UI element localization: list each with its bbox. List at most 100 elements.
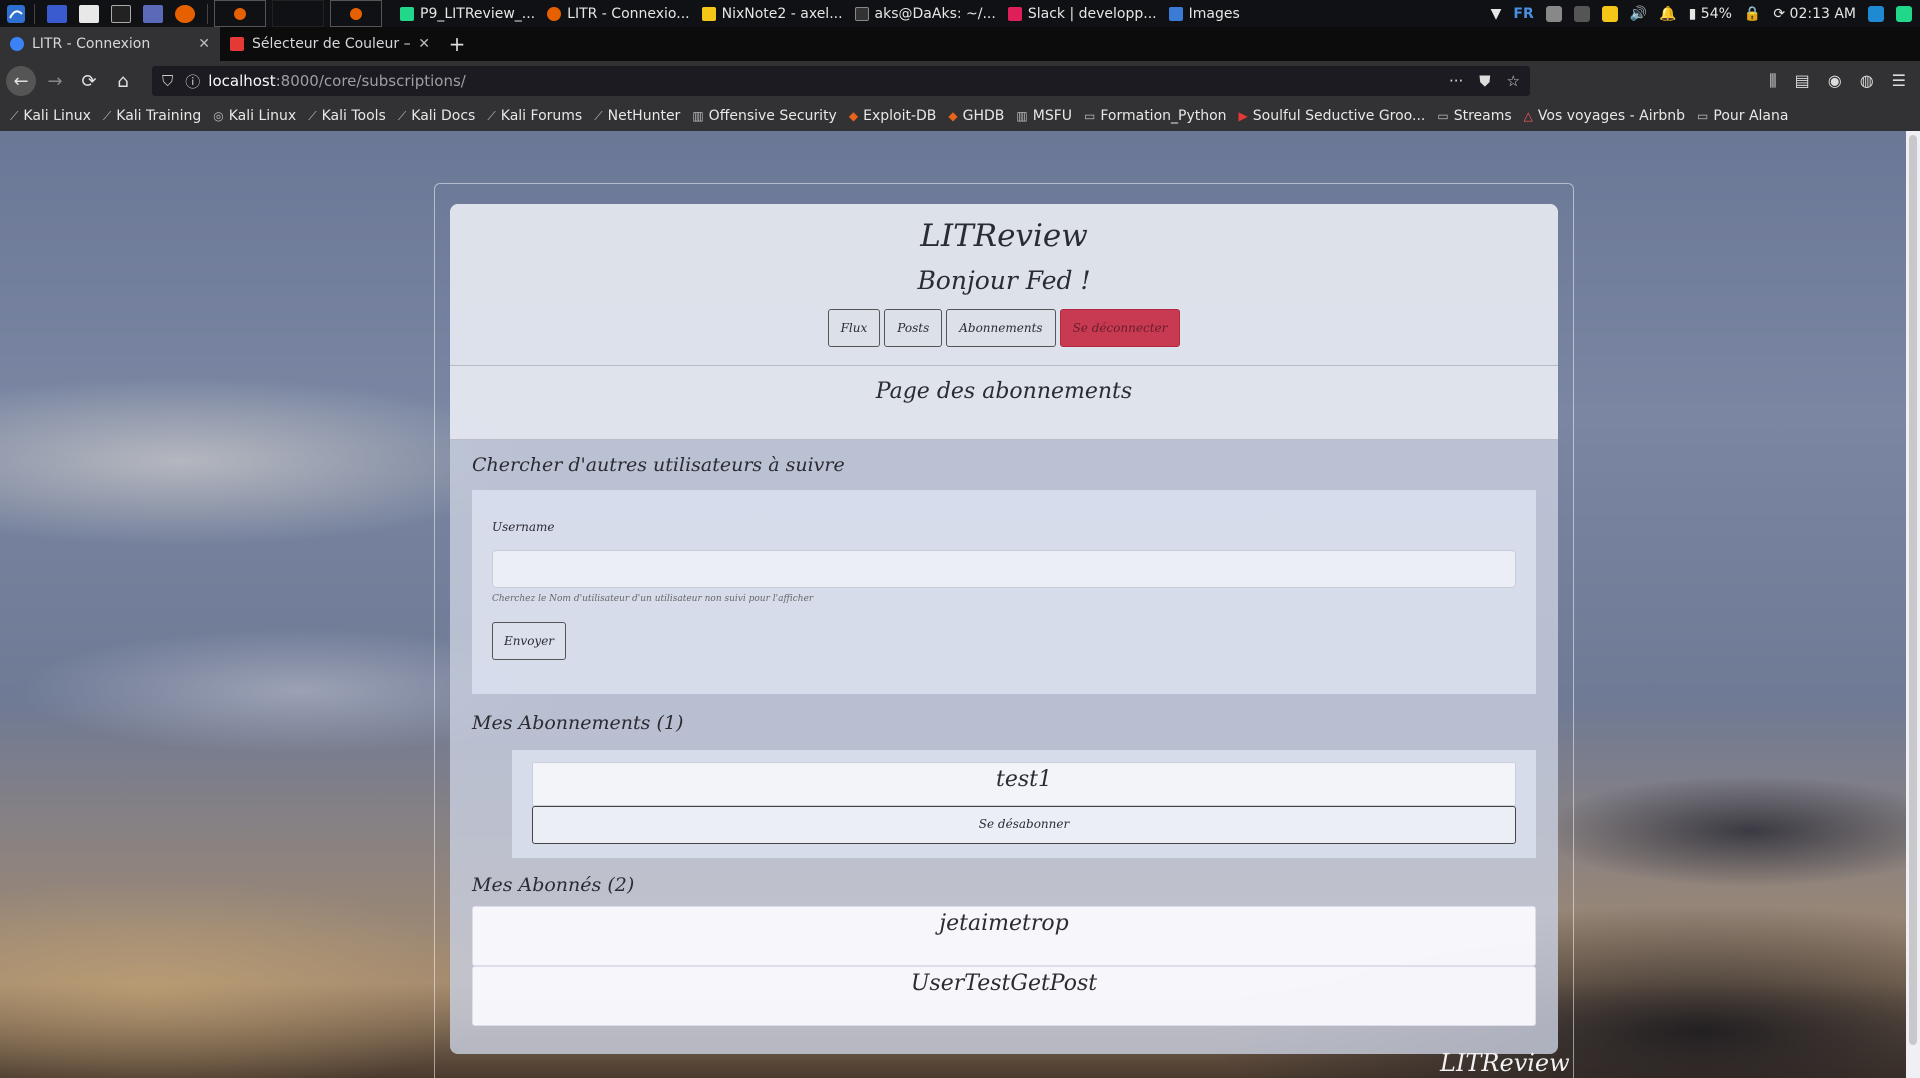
follower-item: jetaimetrop xyxy=(472,906,1536,966)
keyboard-layout[interactable]: FR xyxy=(1513,6,1533,22)
logout-button[interactable]: Se déconnecter xyxy=(1059,309,1181,347)
vscode-icon[interactable] xyxy=(1868,5,1884,22)
info-icon[interactable]: ⓘ xyxy=(185,71,200,92)
folder-icon: ▭ xyxy=(1697,109,1709,123)
kali-icon: ⟋ xyxy=(487,108,496,123)
firefox-icon[interactable] xyxy=(175,4,195,23)
pycharm-tray-icon[interactable] xyxy=(1896,5,1912,22)
nav-flux-button[interactable]: Flux xyxy=(827,309,881,347)
scrollbar-thumb[interactable] xyxy=(1909,135,1917,1045)
menu-icon[interactable]: ☰ xyxy=(1892,71,1906,91)
battery-status[interactable]: ▮ 54% xyxy=(1689,6,1732,22)
folder-icon: ▭ xyxy=(1084,109,1096,123)
task-slack[interactable]: Slack | developp... xyxy=(1007,6,1157,22)
bookmark-pour-alana[interactable]: ▭ Pour Alana xyxy=(1697,108,1788,124)
footer-brand: LITReview xyxy=(1440,1049,1570,1077)
url-bar[interactable]: ⛉ ⓘ localhost:8000/core/subscriptions/ ·… xyxy=(152,66,1530,96)
back-button[interactable]: ← xyxy=(6,66,36,96)
library-icon[interactable]: ⫼ xyxy=(1769,71,1776,91)
bookmark-kali-forums[interactable]: ⟋ Kali Forums xyxy=(487,108,582,124)
wifi-icon[interactable]: ▼ xyxy=(1491,6,1502,22)
bookmark-exploit-db[interactable]: ◆ Exploit-DB xyxy=(849,108,937,124)
task-pycharm[interactable]: P9_LITReview_... xyxy=(400,6,535,22)
pycharm-icon xyxy=(400,6,414,21)
tab-favicon xyxy=(230,37,244,51)
unsubscribe-button[interactable]: Se désabonner xyxy=(532,806,1516,844)
account-icon[interactable]: ◉ xyxy=(1828,71,1842,91)
tab-litr-connexion[interactable]: LITR - Connexion ✕ xyxy=(0,27,220,61)
volume-icon[interactable]: 🔊 xyxy=(1630,6,1647,22)
extensions-icon[interactable]: ◍ xyxy=(1860,71,1874,91)
browser-navbar: ← → ⟳ ⌂ ⛉ ⓘ localhost:8000/core/subscrip… xyxy=(0,61,1920,101)
workspace-2[interactable] xyxy=(272,0,324,27)
bookmark-ghdb[interactable]: ◆ GHDB xyxy=(948,108,1004,124)
task-images[interactable]: Images xyxy=(1168,6,1240,22)
bookmark-msfu[interactable]: ▥ MSFU xyxy=(1016,108,1072,124)
shield-icon[interactable]: ⛉ xyxy=(162,72,173,90)
task-terminal[interactable]: aks@DaAks: ~/... xyxy=(854,6,996,22)
sidebar-icon[interactable]: ▤ xyxy=(1795,71,1810,91)
bell-icon[interactable]: 🔔 xyxy=(1659,6,1676,22)
firefox-icon xyxy=(547,6,562,21)
task-firefox[interactable]: LITR - Connexio... xyxy=(547,6,690,22)
kali-menu-icon[interactable] xyxy=(4,3,28,25)
reload-button[interactable]: ⟳ xyxy=(74,66,104,96)
terminal-icon[interactable] xyxy=(111,4,131,23)
nav-abonnements-button[interactable]: Abonnements xyxy=(946,309,1056,347)
username-input[interactable] xyxy=(492,550,1516,588)
username-help-text: Cherchez le Nom d'utilisateur d'un utili… xyxy=(492,594,814,604)
bookmark-kali-docs[interactable]: ⟋ Kali Docs xyxy=(398,108,476,124)
airbnb-icon: △ xyxy=(1523,109,1533,123)
bookmark-kali-linux-2[interactable]: ◎ Kali Linux xyxy=(213,108,296,124)
clock[interactable]: ⟳ 02:13 AM xyxy=(1773,6,1856,22)
forward-button[interactable]: → xyxy=(40,66,70,96)
desktop-icon[interactable] xyxy=(47,4,67,23)
bookmark-kali-training[interactable]: ⟋ Kali Training xyxy=(103,108,201,124)
page-scrollbar[interactable] xyxy=(1906,131,1920,1078)
pocket-icon[interactable]: ⛊ xyxy=(1479,72,1490,90)
search-section-title: Chercher d'autres utilisateurs à suivre xyxy=(472,454,845,476)
close-tab-icon[interactable]: ✕ xyxy=(198,36,210,52)
kali-icon: ⟋ xyxy=(397,108,407,123)
tab-favicon xyxy=(10,37,24,51)
file-manager-icon[interactable] xyxy=(79,4,99,23)
subscriptions-title: Mes Abonnements (1) xyxy=(472,712,684,734)
bookmark-airbnb[interactable]: △ Vos voyages - Airbnb xyxy=(1524,108,1685,124)
exploit-db-icon: ◆ xyxy=(848,109,859,123)
new-tab-button[interactable]: + xyxy=(440,27,474,61)
bookmark-soulful[interactable]: ▶ Soulful Seductive Groo... xyxy=(1239,108,1426,124)
bookmark-formation-python[interactable]: ▭ Formation_Python xyxy=(1084,108,1227,124)
workspace-1[interactable] xyxy=(214,0,266,27)
workspace-3[interactable] xyxy=(330,0,382,27)
task-nixnote[interactable]: NixNote2 - axel... xyxy=(701,6,843,22)
screenshot-icon[interactable] xyxy=(143,4,163,23)
home-button[interactable]: ⌂ xyxy=(108,66,138,96)
bookmark-star-icon[interactable]: ☆ xyxy=(1507,72,1520,90)
send-button[interactable]: Envoyer xyxy=(492,622,566,660)
bookmark-kali-tools[interactable]: ⟋ Kali Tools xyxy=(308,108,386,124)
bookmark-kali-linux[interactable]: ⟋ Kali Linux xyxy=(10,108,91,124)
os-taskbar: P9_LITReview_... LITR - Connexio... NixN… xyxy=(0,0,1920,27)
slack-icon xyxy=(1007,6,1022,21)
greeting: Bonjour Fed ! xyxy=(917,266,1091,295)
bookmark-offensive-security[interactable]: ▥ Offensive Security xyxy=(692,108,837,124)
search-form: Username Cherchez le Nom d'utilisateur d… xyxy=(472,490,1536,694)
nav-posts-button[interactable]: Posts xyxy=(884,309,943,347)
notes-tray-icon[interactable] xyxy=(1601,5,1618,22)
lock-icon[interactable]: 🔒 xyxy=(1744,6,1761,22)
subscription-item: test1 Se désabonner xyxy=(512,750,1536,858)
globe-icon: ◎ xyxy=(213,109,224,123)
page-actions-icon[interactable]: ··· xyxy=(1449,72,1463,90)
tab-color-picker[interactable]: Sélecteur de Couleur — ✕ xyxy=(220,27,440,61)
bookmark-nethunter[interactable]: ⟋ NetHunter xyxy=(594,108,680,124)
images-icon xyxy=(1168,6,1183,21)
kali-icon: ⟋ xyxy=(10,108,19,123)
slack-tray-icon[interactable] xyxy=(1545,5,1562,22)
close-tab-icon[interactable]: ✕ xyxy=(418,36,430,52)
kali-icon: ⟋ xyxy=(102,108,112,123)
kali-icon: ⟋ xyxy=(594,108,603,123)
nixnote-icon xyxy=(701,6,716,21)
bluetooth-icon[interactable] xyxy=(1573,5,1590,22)
bookmark-streams[interactable]: ▭ Streams xyxy=(1437,108,1511,124)
follower-item: UserTestGetPost xyxy=(472,966,1536,1026)
